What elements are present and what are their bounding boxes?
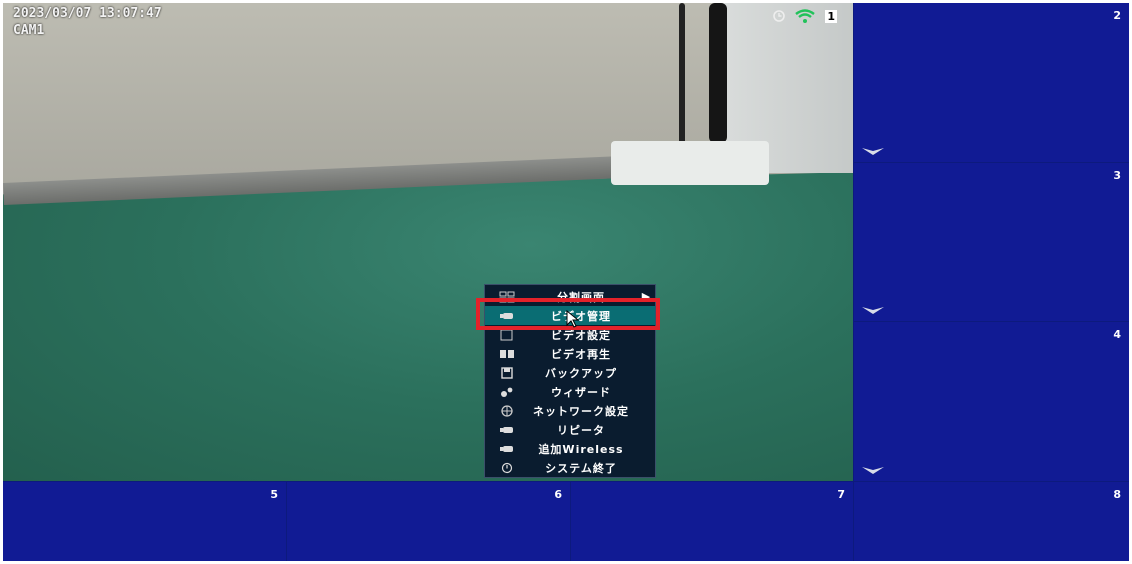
osd-camera-name: CAM1: [13, 23, 45, 38]
camera-icon: [500, 426, 513, 433]
menu-item-label: リピータ: [557, 423, 605, 437]
menu-item-backup[interactable]: バックアップ: [485, 363, 655, 382]
menu-item-video-playback[interactable]: ビデオ再生: [485, 344, 655, 363]
pane-number: 2: [1113, 9, 1121, 22]
camera-scene-plug: [709, 3, 727, 143]
wifi-icon: [795, 9, 816, 23]
camera-pane-3[interactable]: 3: [854, 163, 1129, 321]
camera-pane-8[interactable]: 8: [854, 482, 1129, 561]
osd-timestamp: 2023/03/07 13:07:47: [13, 6, 162, 21]
chevron-down-icon[interactable]: [862, 307, 884, 315]
menu-item-label: ビデオ再生: [551, 347, 611, 361]
menu-item-system-shutdown[interactable]: システム終了: [485, 458, 655, 477]
menu-item-label: システム終了: [545, 461, 617, 475]
camera-status-icons: 1: [773, 9, 837, 23]
menu-item-wizard[interactable]: ウィザード: [485, 382, 655, 401]
menu-item-label: ネットワーク設定: [533, 404, 629, 418]
settings-icon: [500, 329, 513, 340]
menu-item-network-settings[interactable]: ネットワーク設定: [485, 401, 655, 420]
chevron-down-icon[interactable]: [862, 467, 884, 475]
pane-number: 7: [837, 488, 845, 501]
chevron-down-icon[interactable]: [862, 148, 884, 156]
pane-number: 6: [554, 488, 562, 501]
camera-scene-wire: [679, 3, 685, 153]
camera-pane-6[interactable]: 6: [287, 482, 570, 561]
menu-item-add-wireless[interactable]: 追加Wireless: [485, 439, 655, 458]
pane-number: 8: [1113, 488, 1121, 501]
camera-pane-4[interactable]: 4: [854, 322, 1129, 481]
camera-pane-7[interactable]: 7: [571, 482, 853, 561]
pane-number: 3: [1113, 169, 1121, 182]
menu-item-label: 追加Wireless: [538, 442, 624, 456]
mouse-cursor-icon: [566, 310, 580, 328]
pane-number: 4: [1113, 328, 1121, 341]
pane-number: 5: [270, 488, 278, 501]
playback-icon: [500, 349, 514, 358]
camera-osd: 2023/03/07 13:07:47 CAM1: [13, 5, 162, 39]
power-icon: [501, 462, 513, 473]
camera-icon: [500, 445, 513, 452]
camera-1-view[interactable]: 2023/03/07 13:07:47 CAM1 1: [3, 3, 853, 481]
menu-item-repeater[interactable]: リピータ: [485, 420, 655, 439]
channel-number: 1: [825, 9, 837, 23]
save-icon: [501, 366, 513, 379]
gears-icon: [501, 387, 513, 397]
globe-icon: [501, 404, 513, 417]
camera-scene-adapter: [611, 141, 769, 185]
camera-scene-table: [3, 170, 853, 481]
clock-icon: [773, 10, 786, 22]
menu-item-label: ウィザード: [551, 385, 611, 399]
camera-pane-2[interactable]: 2: [854, 3, 1129, 162]
menu-item-label: バックアップ: [545, 366, 617, 380]
camera-pane-5[interactable]: 5: [3, 482, 286, 561]
